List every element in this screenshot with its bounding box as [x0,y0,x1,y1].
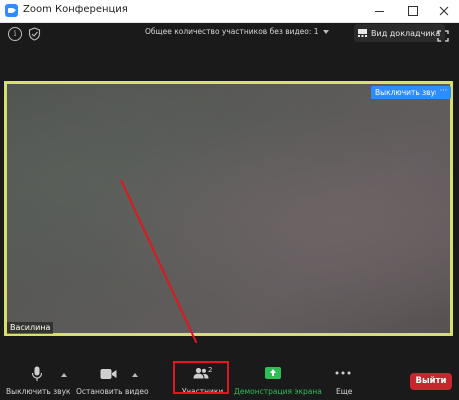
video-camera-icon [100,369,117,379]
microphone-icon [31,366,43,381]
speaker-view-button[interactable]: Вид докладчика [354,24,446,42]
stop-video-label: Остановить видео [76,387,149,396]
annotation-highlight-box [173,361,229,394]
mute-participant-button[interactable]: Выключить звук [371,86,444,99]
participants-without-video-text: Общее количество участников без видео: 1 [145,27,319,36]
grid-icon [358,29,367,37]
shield-icon[interactable] [28,26,41,41]
video-options-chevron[interactable] [132,373,138,377]
share-screen-icon [265,367,281,379]
info-icon[interactable]: i [8,27,22,41]
fullscreen-icon[interactable] [437,27,449,42]
more-dots-icon [335,371,351,375]
participants-without-video-status[interactable]: Общее количество участников без видео: 1 [145,27,329,36]
mute-label: Выключить звук [6,387,71,396]
share-screen-label: Демонстрация экрана [234,387,322,396]
zoom-logo-icon [5,4,18,17]
leave-button[interactable]: Выйти [410,373,452,390]
more-label: Еще [336,387,353,396]
speaker-view-label: Вид докладчика [371,28,441,38]
more-options-button[interactable]: ··· [436,86,451,99]
close-icon[interactable] [429,0,459,22]
maximize-icon[interactable] [398,0,428,22]
participant-name-label: Василина [7,322,54,334]
mute-options-chevron[interactable] [61,373,67,377]
minimize-icon[interactable] [364,0,394,22]
chevron-down-icon [322,30,329,34]
participant-video-tile[interactable] [4,81,453,336]
window-titlebar: Zoom Конференция [0,0,459,23]
window-title: Zoom Конференция [23,4,128,15]
